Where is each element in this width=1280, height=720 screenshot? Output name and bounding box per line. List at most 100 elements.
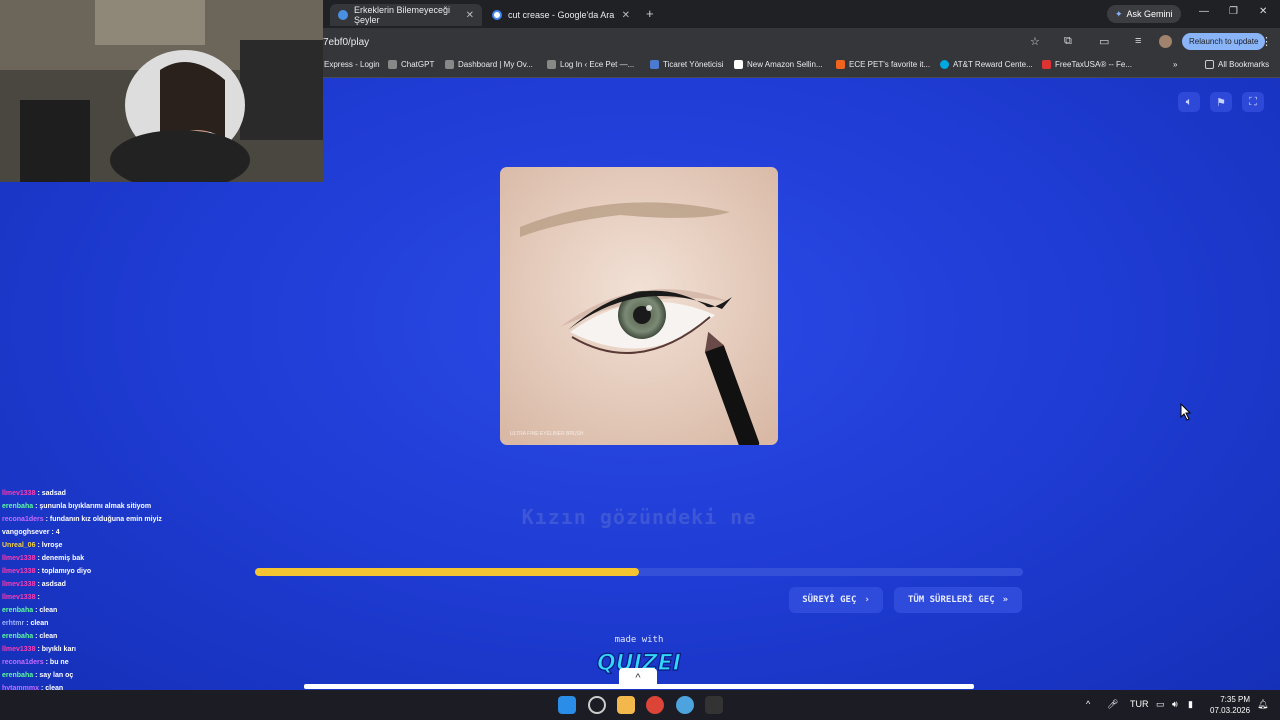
chat-text: 4 [55, 529, 60, 536]
bookmark-label: Dashboard | My Ov... [458, 60, 533, 69]
chat-username[interactable]: erenbaha [2, 607, 33, 614]
bookmark-label: New Amazon Sellin... [747, 60, 823, 69]
skip-all-times-button[interactable]: TÜM SÜRELERİ GEÇ » [894, 587, 1022, 613]
chat-text: lvroşe [41, 542, 63, 549]
minimize-icon[interactable]: — [1199, 6, 1209, 17]
chat-username[interactable]: llmev1338 [2, 568, 35, 575]
google-icon [492, 10, 502, 20]
app-icon[interactable] [705, 696, 723, 714]
clock[interactable]: 7:35 PM 07.03.2026 [1210, 694, 1250, 716]
fullscreen-icon[interactable]: ⛶ [1242, 92, 1264, 112]
sound-icon[interactable]: 🔈︎ [1178, 92, 1200, 112]
skip-time-button[interactable]: SÜREYİ GEÇ › [789, 587, 883, 613]
bookmark-item[interactable]: Ticaret Yöneticisi [650, 60, 723, 69]
meta-icon [650, 60, 659, 69]
amazon-icon [734, 60, 743, 69]
all-bookmarks-label: All Bookmarks [1218, 60, 1270, 69]
menu-icon[interactable]: ⋮ [1261, 35, 1272, 48]
chat-username[interactable]: recona1ders [2, 659, 44, 666]
chat-message: erenbaha: say lan oç [2, 672, 74, 679]
cast-icon[interactable]: ▭ [1099, 35, 1109, 48]
bookmark-item[interactable]: Dashboard | My Ov... [445, 60, 533, 69]
chevron-up-icon[interactable]: ^ [1086, 699, 1090, 709]
chat-message: erenbaha: şununla bıyıklarımı almak siti… [2, 503, 152, 510]
tab-google-search[interactable]: cut crease - Google'da Ara ✕ [484, 4, 638, 26]
chat-text: asdsad [41, 581, 66, 588]
chat-message: llmev1338: [2, 594, 40, 601]
language-indicator[interactable]: TUR [1130, 699, 1149, 709]
file-explorer-icon[interactable] [617, 696, 635, 714]
new-tab-button[interactable]: + [646, 6, 654, 21]
tab-title: Erkeklerin Bilemeyeceği Şeyler [354, 5, 451, 25]
etsy-icon [836, 60, 845, 69]
chat-message: llmev1338: bıyıklı karı [2, 646, 77, 653]
chat-username[interactable]: erenbaha [2, 503, 33, 510]
chat-username[interactable]: erenbaha [2, 633, 33, 640]
microphone-icon[interactable]: 🎤︎ [1107, 699, 1118, 710]
chat-message: llmev1338: sadsad [2, 490, 66, 497]
chevron-right-icon[interactable]: » [1173, 60, 1177, 69]
chevron-right-icon: › [864, 595, 870, 605]
grammarly-icon[interactable] [676, 696, 694, 714]
bookmark-item[interactable]: New Amazon Sellin... [734, 60, 823, 69]
ask-gemini-button[interactable]: ✦ Ask Gemini [1107, 5, 1181, 23]
bookmark-label: Log In ‹ Ece Pet —... [560, 60, 635, 69]
webcam-overlay [0, 0, 323, 182]
bookmark-item[interactable]: ECE PET's favorite it... [836, 60, 930, 69]
chat-message: llmev1338: toplamıyo diyo [2, 568, 92, 575]
chat-username[interactable]: llmev1338 [2, 594, 35, 601]
chat-username[interactable]: llmev1338 [2, 490, 35, 497]
bookmark-item[interactable]: Log In ‹ Ece Pet —... [547, 60, 634, 69]
chat-username[interactable]: llmev1338 [2, 581, 35, 588]
question-text: Kızın gözündeki ne [521, 505, 757, 529]
tab-quiz[interactable]: Erkeklerin Bilemeyeceği Şeyler ✕ [330, 4, 482, 26]
bookmark-item[interactable]: ChatGPT [388, 60, 434, 69]
bookmark-label: ChatGPT [401, 60, 435, 69]
notification-icon[interactable]: 🔔︎ [1257, 699, 1268, 710]
chat-message: erenbaha: clean [2, 633, 58, 640]
relaunch-button[interactable]: Relaunch to update [1182, 33, 1266, 50]
chat-username[interactable]: llmev1338 [2, 646, 35, 653]
stream-chat: llmev1338: sadsad erenbaha: şununla bıyık… [2, 487, 302, 720]
chat-username[interactable]: erhtmr [2, 620, 24, 627]
close-window-icon[interactable]: ✕ [1259, 6, 1267, 17]
bookmark-item[interactable]: FreeTaxUSA® -- Fe... [1042, 60, 1132, 69]
star-icon[interactable]: ☆ [1030, 35, 1040, 48]
skip-all-label: TÜM SÜRELERİ GEÇ [907, 595, 995, 605]
quiz-favicon-icon [338, 10, 348, 20]
chatgpt-icon [388, 60, 397, 69]
ask-gemini-label: Ask Gemini [1126, 9, 1173, 19]
bookmark-item[interactable]: AT&T Reward Cente... [940, 60, 1033, 69]
bookmark-item[interactable]: Express - Login [324, 60, 380, 69]
restore-icon[interactable]: ❐ [1229, 6, 1238, 17]
chat-message: erenbaha: clean [2, 607, 58, 614]
close-icon[interactable]: ✕ [460, 10, 474, 21]
search-icon[interactable] [588, 696, 606, 714]
chat-username[interactable]: recona1ders [2, 516, 44, 523]
chrome-icon[interactable] [646, 696, 664, 714]
chat-text: clean [39, 633, 58, 640]
att-icon [940, 60, 949, 69]
windows-start-icon[interactable] [558, 696, 576, 714]
avatar[interactable] [1159, 35, 1172, 48]
chat-text: toplamıyo diyo [41, 568, 92, 575]
chat-username[interactable]: erenbaha [2, 672, 33, 679]
flag-icon[interactable]: ⚑ [1210, 92, 1232, 112]
bookmark-label: Express - Login [324, 60, 380, 69]
network-icon[interactable]: ▭ [1156, 699, 1165, 710]
chat-username[interactable]: llmev1338 [2, 555, 35, 562]
battery-icon[interactable]: ▮ [1188, 699, 1193, 710]
extensions-icon[interactable]: ⧉ [1064, 35, 1072, 48]
chat-username[interactable]: Unreal_06 [2, 542, 35, 549]
volume-icon[interactable]: 🔊︎ [1172, 699, 1178, 710]
chat-username[interactable]: vangoghsever [2, 529, 49, 536]
all-bookmarks-button[interactable]: All Bookmarks [1205, 60, 1269, 69]
chevron-up-icon[interactable]: ^ [619, 668, 657, 688]
close-icon[interactable]: ✕ [616, 10, 630, 21]
folder-icon [1205, 60, 1214, 69]
media-icon[interactable]: ≡ [1135, 35, 1141, 47]
chat-message: recona1ders: fundanın kız olduğuna emin … [2, 516, 162, 523]
chat-text: denemiş bak [41, 555, 85, 562]
url-field[interactable]: 7ebf0/play [323, 37, 369, 48]
progress-fill [255, 568, 639, 576]
